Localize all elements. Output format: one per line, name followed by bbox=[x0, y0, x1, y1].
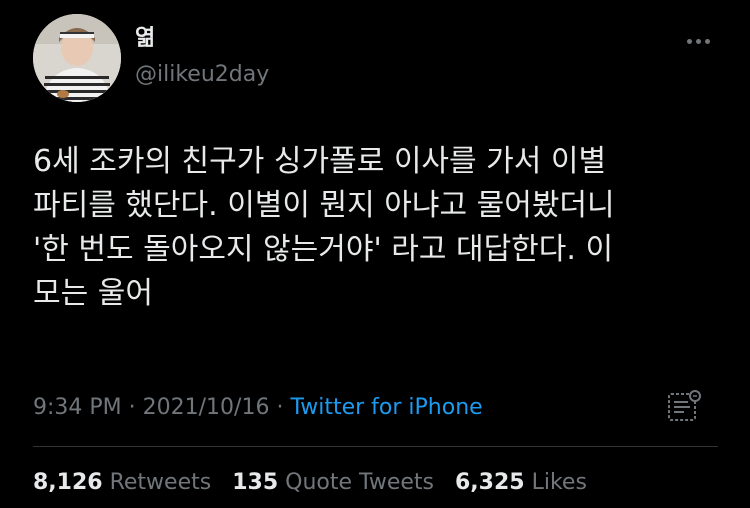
tweet-time[interactable]: 9:34 PM bbox=[33, 395, 122, 420]
avatar[interactable] bbox=[33, 14, 121, 102]
tweet-card: 엶 @ilikeu2day 6세 조카의 친구가 싱가폴로 이사를 가서 이별 … bbox=[0, 0, 750, 508]
avatar-image bbox=[33, 14, 121, 102]
meta-separator: · bbox=[269, 395, 291, 420]
tweet-date[interactable]: 2021/10/16 bbox=[143, 395, 270, 420]
tweet-text: 6세 조카의 친구가 싱가폴로 이사를 가서 이별 파티를 했단다. 이별이 뭔… bbox=[33, 144, 615, 311]
divider bbox=[33, 446, 718, 447]
tweet-source-link[interactable]: Twitter for iPhone bbox=[290, 395, 482, 420]
display-name[interactable]: 엶 bbox=[135, 26, 155, 52]
retweets-count: 8,126 bbox=[33, 470, 103, 495]
quote-tweets-count: 135 bbox=[232, 470, 279, 495]
likes-count: 6,325 bbox=[454, 470, 525, 495]
more-horizontal-icon bbox=[686, 38, 692, 44]
likes-label: Likes bbox=[531, 470, 587, 495]
more-horizontal-icon-dot bbox=[695, 38, 701, 44]
more-options-button[interactable] bbox=[678, 28, 718, 54]
more-horizontal-icon-dot bbox=[704, 38, 710, 44]
tweet-meta: 9:34 PM · 2021/10/16 · Twitter for iPhon… bbox=[33, 394, 483, 422]
quote-tweets-stat[interactable]: 135 Quote Tweets bbox=[232, 470, 434, 495]
retweets-stat[interactable]: 8,126 Retweets bbox=[33, 470, 211, 495]
retweets-label: Retweets bbox=[109, 470, 212, 495]
tweet-stats: 8,126 Retweets 135 Quote Tweets 6,325 Li… bbox=[33, 468, 601, 498]
quote-tweets-label: Quote Tweets bbox=[285, 470, 434, 495]
user-handle[interactable]: @ilikeu2day bbox=[135, 62, 269, 88]
likes-stat[interactable]: 6,325 Likes bbox=[455, 470, 587, 495]
meta-separator: · bbox=[121, 395, 143, 420]
analytics-icon[interactable] bbox=[664, 388, 704, 426]
